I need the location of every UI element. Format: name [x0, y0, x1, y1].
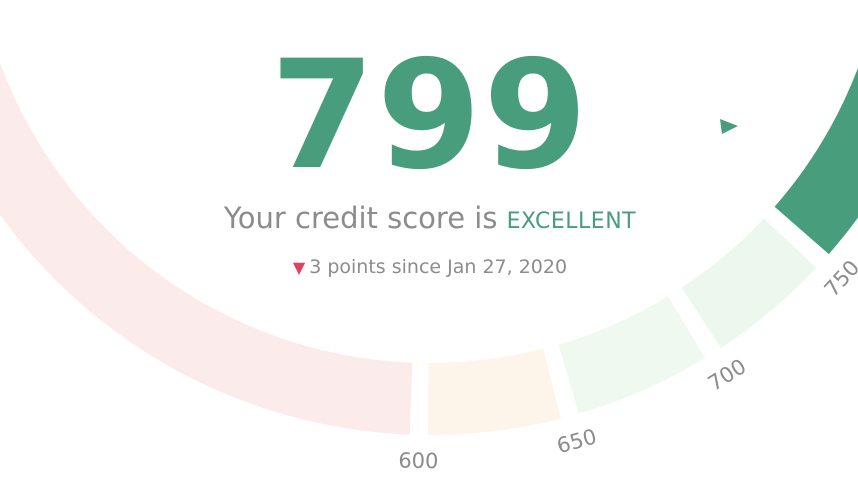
- gauge-tick-label-750: 750: [820, 256, 858, 302]
- gauge-segment-600-650: [428, 348, 561, 436]
- score-change-text: 3 points since Jan 27, 2020: [309, 256, 568, 278]
- credit-score-widget: 600 650 700 750 799 Your credit score is EX…: [0, 0, 858, 502]
- score-change: ▼ 3 points since Jan 27, 2020: [180, 254, 680, 281]
- gauge-tick-label-650: 650: [554, 424, 599, 458]
- score-pointer-icon: [720, 119, 738, 134]
- score-headline: Your credit score is EXCELLENT: [140, 200, 720, 240]
- gauge-tick-label-700: 700: [704, 354, 751, 396]
- headline-prefix: Your credit score is: [223, 201, 498, 235]
- credit-score-value: 799: [270, 29, 590, 203]
- down-arrow-icon: ▼: [292, 258, 306, 277]
- rating-badge: EXCELLENT: [506, 209, 637, 234]
- gauge-segment-650-700: [558, 296, 706, 414]
- gauge-tick-label-600: 600: [398, 448, 439, 473]
- gauge-segment-750-plus: [774, 67, 858, 255]
